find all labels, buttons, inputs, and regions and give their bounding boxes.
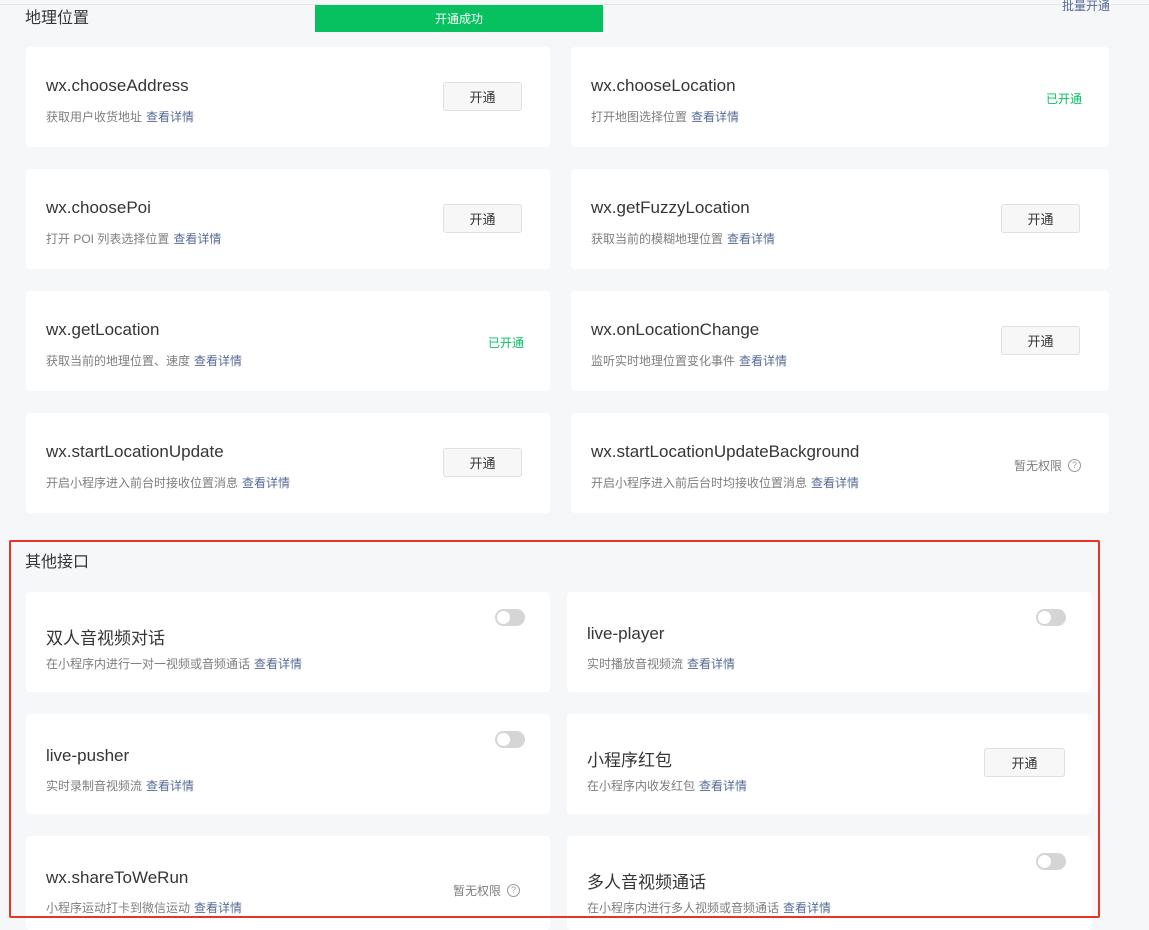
api-name: 双人音视频对话 bbox=[46, 629, 165, 648]
api-desc: 实时播放音视频流 查看详情 bbox=[587, 655, 735, 672]
api-card: 双人音视频对话 在小程序内进行一对一视频或音频通话 查看详情 bbox=[26, 592, 550, 692]
view-details-link[interactable]: 查看详情 bbox=[687, 657, 735, 671]
view-details-link[interactable]: 查看详情 bbox=[242, 476, 290, 490]
view-details-link[interactable]: 查看详情 bbox=[194, 901, 242, 915]
api-desc-text: 实时播放音视频流 bbox=[587, 657, 684, 671]
no-permission-label: 暂无权限 bbox=[1014, 459, 1063, 473]
api-name: live-player bbox=[587, 624, 665, 643]
no-permission-status: 暂无权限 ? bbox=[453, 882, 521, 899]
api-name: wx.choosePoi bbox=[46, 198, 151, 217]
api-desc: 获取当前的模糊地理位置 查看详情 bbox=[591, 230, 775, 247]
api-desc: 开启小程序进入前台时接收位置消息 查看详情 bbox=[46, 474, 290, 491]
api-name: 多人音视频通话 bbox=[587, 873, 706, 892]
feature-toggle[interactable] bbox=[495, 731, 525, 748]
view-details-link[interactable]: 查看详情 bbox=[699, 779, 747, 793]
no-permission-status: 暂无权限 ? bbox=[1014, 457, 1082, 474]
api-desc-text: 获取当前的地理位置、速度 bbox=[46, 354, 191, 368]
view-details-link[interactable]: 查看详情 bbox=[146, 110, 194, 124]
view-details-link[interactable]: 查看详情 bbox=[173, 232, 221, 246]
api-name: 小程序红包 bbox=[587, 751, 672, 770]
api-card: wx.startLocationUpdate 开启小程序进入前台时接收位置消息查… bbox=[26, 413, 550, 513]
api-desc-text: 开启小程序进入前台时接收位置消息 bbox=[46, 476, 239, 490]
feature-toggle[interactable] bbox=[1036, 609, 1066, 626]
api-card: wx.getFuzzyLocation 获取当前的模糊地理位置 查看详情 开通 bbox=[571, 169, 1109, 269]
api-name: wx.getLocation bbox=[46, 320, 160, 339]
enabled-status: 已开通 bbox=[488, 336, 525, 350]
api-desc-text: 在小程序内收发红包 bbox=[587, 779, 696, 793]
api-card: wx.choosePoi 打开 POI 列表选择位置 查看详情 开通 bbox=[26, 169, 550, 269]
batch-enable-link[interactable]: 批量开通 bbox=[1062, 0, 1110, 14]
view-details-link[interactable]: 查看详情 bbox=[254, 657, 302, 671]
api-card: live-player 实时播放音视频流 查看详情 bbox=[567, 592, 1092, 692]
api-desc: 获取用户收货地址 查看详情 bbox=[46, 108, 194, 125]
feature-toggle[interactable] bbox=[495, 609, 525, 626]
api-desc-text: 监听实时地理位置变化事件 bbox=[591, 354, 736, 368]
api-desc-text: 获取用户收货地址 bbox=[46, 110, 143, 124]
enable-button[interactable]: 开通 bbox=[443, 82, 522, 111]
api-name: live-pusher bbox=[46, 746, 130, 765]
api-card: wx.chooseAddress 获取用户收货地址 查看详情 开通 bbox=[26, 47, 550, 147]
api-desc-text: 实时录制音视频流 bbox=[46, 779, 143, 793]
api-desc-text: 在小程序内进行一对一视频或音频通话 bbox=[46, 657, 251, 671]
section-title-location: 地理位置 bbox=[25, 10, 90, 27]
api-desc: 小程序运动打卡到微信运动 查看详情 bbox=[46, 899, 242, 916]
enable-button[interactable]: 开通 bbox=[984, 748, 1065, 777]
api-card: wx.onLocationChange 监听实时地理位置变化事件 查看详情 开通 bbox=[571, 291, 1109, 391]
feature-toggle[interactable] bbox=[1036, 853, 1066, 870]
enable-button[interactable]: 开通 bbox=[1001, 326, 1080, 355]
api-desc-text: 在小程序内进行多人视频或音频通话 bbox=[587, 901, 780, 915]
toggle-knob bbox=[1038, 855, 1051, 868]
help-icon[interactable]: ? bbox=[1068, 459, 1082, 472]
view-details-link[interactable]: 查看详情 bbox=[739, 354, 787, 368]
view-details-link[interactable]: 查看详情 bbox=[811, 476, 859, 490]
api-desc: 监听实时地理位置变化事件 查看详情 bbox=[591, 352, 787, 369]
enable-button[interactable]: 开通 bbox=[1001, 204, 1080, 233]
view-details-link[interactable]: 查看详情 bbox=[194, 354, 242, 368]
api-card: wx.chooseLocation 打开地图选择位置 查看详情 已开通 bbox=[571, 47, 1109, 147]
api-name: wx.shareToWeRun bbox=[46, 868, 189, 887]
api-card: wx.shareToWeRun 小程序运动打卡到微信运动 查看详情 暂无权限 ? bbox=[26, 836, 550, 930]
api-name: wx.getFuzzyLocation bbox=[591, 198, 750, 217]
no-permission-label: 暂无权限 bbox=[453, 884, 502, 898]
api-name: wx.chooseAddress bbox=[46, 76, 189, 95]
help-icon[interactable]: ? bbox=[507, 884, 521, 897]
view-details-link[interactable]: 查看详情 bbox=[691, 110, 739, 124]
api-desc: 打开地图选择位置 查看详情 bbox=[591, 108, 739, 125]
api-name: wx.startLocationUpdateBackground bbox=[591, 442, 860, 461]
toggle-knob bbox=[1038, 611, 1051, 624]
api-desc-text: 打开 POI 列表选择位置 bbox=[46, 232, 170, 246]
api-desc: 打开 POI 列表选择位置 查看详情 bbox=[46, 230, 221, 247]
api-desc-text: 开启小程序进入前后台时均接收位置消息 bbox=[591, 476, 808, 490]
view-details-link[interactable]: 查看详情 bbox=[727, 232, 775, 246]
api-name: wx.startLocationUpdate bbox=[46, 442, 224, 461]
api-name: wx.onLocationChange bbox=[591, 320, 760, 339]
section-title-other: 其他接口 bbox=[25, 554, 90, 571]
api-card: live-pusher 实时录制音视频流 查看详情 bbox=[26, 714, 550, 814]
toggle-knob bbox=[497, 733, 510, 746]
enable-button[interactable]: 开通 bbox=[443, 204, 522, 233]
api-card: 小程序红包 在小程序内收发红包 查看详情 开通 bbox=[567, 714, 1092, 814]
api-desc: 实时录制音视频流 查看详情 bbox=[46, 777, 194, 794]
view-details-link[interactable]: 查看详情 bbox=[146, 779, 194, 793]
api-name: wx.chooseLocation bbox=[591, 76, 736, 95]
api-desc: 在小程序内收发红包 查看详情 bbox=[587, 777, 747, 794]
view-details-link[interactable]: 查看详情 bbox=[783, 901, 831, 915]
api-desc: 开启小程序进入前后台时均接收位置消息 查看详情 bbox=[591, 474, 859, 491]
api-card: wx.getLocation 获取当前的地理位置、速度 查看详情 已开通 bbox=[26, 291, 550, 391]
success-toast: 开通成功 bbox=[315, 5, 603, 32]
enable-button[interactable]: 开通 bbox=[443, 448, 522, 477]
api-desc-text: 小程序运动打卡到微信运动 bbox=[46, 901, 191, 915]
api-desc-text: 获取当前的模糊地理位置 bbox=[591, 232, 724, 246]
api-desc: 在小程序内进行一对一视频或音频通话 查看详情 bbox=[46, 655, 302, 672]
api-card: wx.startLocationUpdateBackground 开启小程序进入… bbox=[571, 413, 1109, 513]
api-desc-text: 打开地图选择位置 bbox=[591, 110, 688, 124]
api-card: 多人音视频通话 在小程序内进行多人视频或音频通话 查看详情 bbox=[567, 836, 1092, 930]
api-desc: 获取当前的地理位置、速度 查看详情 bbox=[46, 352, 242, 369]
api-desc: 在小程序内进行多人视频或音频通话 查看详情 bbox=[587, 899, 831, 916]
toggle-knob bbox=[497, 611, 510, 624]
enabled-status: 已开通 bbox=[1046, 92, 1083, 106]
